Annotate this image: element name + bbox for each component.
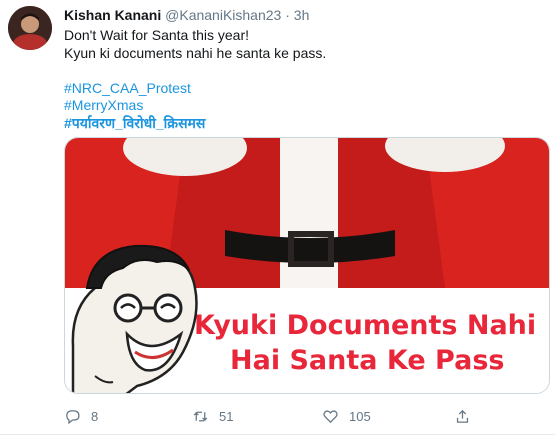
hashtag-link[interactable]: #NRC_CAA_Protest — [64, 80, 550, 98]
display-name[interactable]: Kishan Kanani — [64, 7, 161, 23]
reply-button[interactable]: 8 — [64, 405, 98, 427]
tweet-text: Don't Wait for Santa this year! Kyun ki … — [64, 27, 550, 132]
tweet-text-line: Kyun ki documents nahi he santa ke pass. — [64, 44, 327, 61]
tweet-media-image[interactable]: Kyuki Documents Nahi Hai Santa Ke Pass — [64, 137, 550, 394]
retweet-button[interactable]: 51 — [192, 405, 233, 427]
tweet-header: Kishan Kanani @KananiKishan23 · 3h — [64, 6, 550, 24]
like-icon — [323, 409, 338, 423]
tweet-content: Kishan Kanani @KananiKishan23 · 3h Don't… — [64, 6, 550, 132]
caption-line-1: Kyuki Documents Nahi — [194, 310, 536, 341]
like-button[interactable]: 105 — [322, 405, 371, 427]
meme-image: Kyuki Documents Nahi Hai Santa Ke Pass — [65, 138, 549, 393]
tweet-actions: 8 51 105 — [64, 405, 484, 427]
reply-icon — [66, 409, 80, 424]
separator-dot: · — [285, 7, 290, 23]
reply-count: 8 — [91, 408, 99, 424]
hashtag-link[interactable]: #पर्यावरण_विरोधी_क्रिसमस — [64, 115, 550, 133]
retweet-count: 51 — [219, 408, 234, 424]
tweet-card[interactable]: Kishan Kanani @KananiKishan23 · 3h Don't… — [0, 0, 555, 435]
tweet-text-line: Don't Wait for Santa this year! — [64, 27, 250, 43]
user-handle[interactable]: @KananiKishan23 — [165, 7, 281, 23]
share-icon — [456, 409, 469, 423]
avatar-image — [8, 6, 52, 50]
share-button[interactable] — [454, 405, 481, 427]
avatar[interactable] — [8, 6, 52, 50]
caption-line-2: Hai Santa Ke Pass — [230, 345, 504, 376]
hashtag-link[interactable]: #MerryXmas — [64, 97, 550, 115]
like-count: 105 — [349, 408, 371, 424]
retweet-icon — [193, 410, 208, 422]
timestamp[interactable]: 3h — [294, 7, 310, 23]
